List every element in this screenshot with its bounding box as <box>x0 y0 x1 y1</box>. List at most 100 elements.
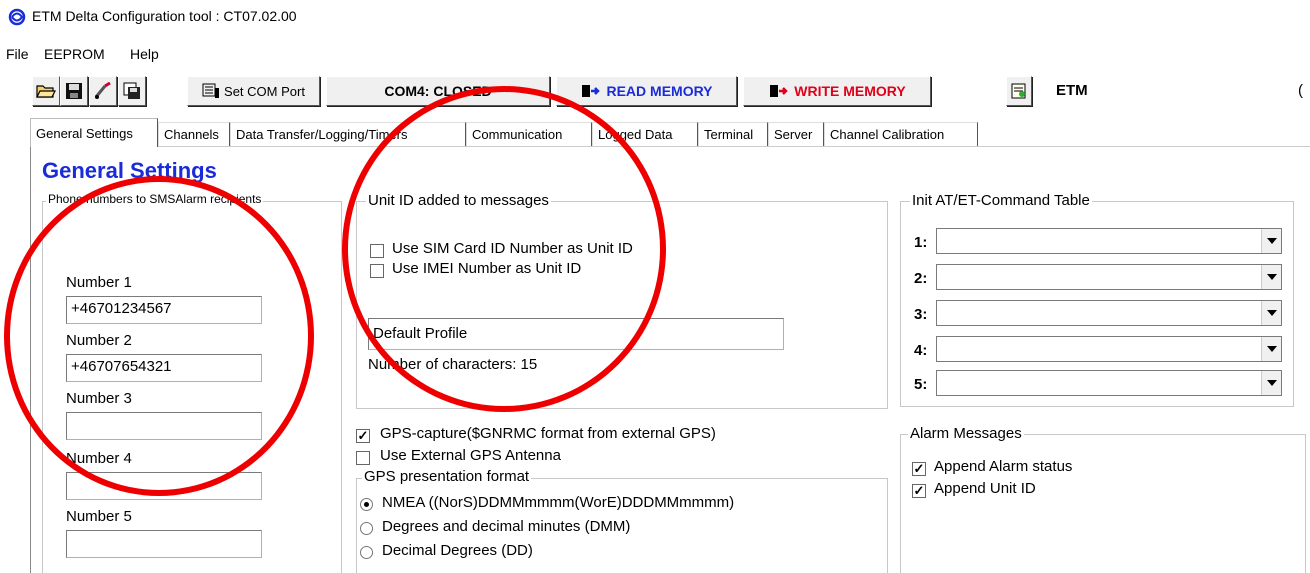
char-count-label: Number of characters: 15 <box>368 356 538 373</box>
tab-label: Server <box>774 127 813 142</box>
read-chip-icon <box>582 85 601 97</box>
unit-id-group <box>356 201 888 409</box>
toolbar-trailing-char: ( <box>1298 82 1303 99</box>
tab-label: Data Transfer/Logging/Timers <box>236 127 408 142</box>
com-status-button[interactable]: COM4: CLOSED <box>326 76 550 106</box>
tab-label: Channels <box>164 127 219 142</box>
gps-format-dd-radio[interactable] <box>360 546 373 559</box>
gps-format-legend: GPS presentation format <box>362 468 532 485</box>
read-memory-label: READ MEMORY <box>606 83 713 99</box>
number-4-label: Number 4 <box>66 450 132 467</box>
menu-help[interactable]: Help <box>130 46 159 62</box>
tab-label: Communication <box>472 127 563 142</box>
tab-channel-calibration[interactable]: Channel Calibration <box>824 122 978 146</box>
menu-eeprom[interactable]: EEPROM <box>44 46 105 62</box>
save-as-icon <box>123 82 140 99</box>
alarm-messages-group <box>900 434 1306 573</box>
append-unit-id-checkbox[interactable]: ✓ <box>912 484 926 498</box>
save-as-button[interactable] <box>118 76 146 106</box>
write-memory-label: WRITE MEMORY <box>794 83 906 99</box>
chevron-down-icon <box>1261 265 1281 289</box>
tab-server[interactable]: Server <box>768 122 824 146</box>
number-2-field[interactable]: +46707654321 <box>66 354 262 382</box>
number-1-label: Number 1 <box>66 274 132 291</box>
init-command-legend: Init AT/ET-Command Table <box>910 192 1092 209</box>
number-3-field[interactable] <box>66 412 262 440</box>
init-row-3-label: 3: <box>914 306 928 323</box>
external-antenna-label: Use External GPS Antenna <box>380 447 561 464</box>
tab-label: General Settings <box>36 125 133 141</box>
init-row-5-select[interactable] <box>936 370 1282 396</box>
chevron-down-icon <box>1261 229 1281 253</box>
set-com-port-button[interactable]: Set COM Port <box>187 76 320 106</box>
tab-strip: General Settings Channels Data Transfer/… <box>30 118 990 147</box>
init-row-1-label: 1: <box>914 234 928 251</box>
window-title: ETM Delta Configuration tool : CT07.02.0… <box>32 8 297 24</box>
floppy-disk-icon <box>66 83 82 99</box>
toolbar: Set COM Port COM4: CLOSED READ MEMORY WR… <box>0 74 1310 110</box>
append-alarm-status-label: Append Alarm status <box>934 458 1073 475</box>
gps-format-nmea-label: NMEA ((NorS)DDMMmmmm(WorE)DDDMMmmmm) <box>382 494 735 511</box>
tab-label: Logged Data <box>598 127 673 142</box>
gps-format-dmm-radio[interactable] <box>360 522 373 535</box>
page-title: General Settings <box>42 158 217 183</box>
tab-general-settings[interactable]: General Settings <box>30 118 158 147</box>
init-row-2-select[interactable] <box>936 264 1282 290</box>
brand-label: ETM <box>1056 82 1088 99</box>
com-port-icon <box>202 83 220 98</box>
menu-bar: File EEPROM Help <box>0 40 1310 64</box>
tab-terminal[interactable]: Terminal <box>698 122 768 146</box>
append-unit-id-label: Append Unit ID <box>934 480 1036 497</box>
open-file-button[interactable] <box>32 76 60 106</box>
number-3-label: Number 3 <box>66 390 132 407</box>
write-memory-button[interactable]: WRITE MEMORY <box>743 76 931 106</box>
chevron-down-icon <box>1261 337 1281 361</box>
gps-format-dmm-label: Degrees and decimal minutes (DMM) <box>382 518 631 535</box>
gps-format-dd-label: Decimal Degrees (DD) <box>382 542 533 559</box>
init-row-3-select[interactable] <box>936 300 1282 326</box>
gps-format-nmea-radio[interactable] <box>360 498 373 511</box>
app-logo-icon <box>8 8 26 26</box>
folder-open-icon <box>36 85 56 98</box>
profile-name-field[interactable]: Default Profile <box>368 318 784 350</box>
etm-notepad-icon <box>1011 83 1026 99</box>
tab-logged-data[interactable]: Logged Data <box>592 122 698 146</box>
read-memory-button[interactable]: READ MEMORY <box>556 76 737 106</box>
unit-id-legend: Unit ID added to messages <box>366 192 551 209</box>
phone-numbers-legend: Phone numbers to SMSAlarm recipients <box>46 192 264 206</box>
use-imei-checkbox[interactable] <box>370 264 384 278</box>
number-5-field[interactable] <box>66 530 262 558</box>
number-4-field[interactable] <box>66 472 262 500</box>
init-row-2-label: 2: <box>914 270 928 287</box>
set-com-port-label: Set COM Port <box>224 83 305 99</box>
com-status-label: COM4: CLOSED <box>384 83 492 99</box>
save-button[interactable] <box>60 76 88 106</box>
gps-capture-label: GPS-capture($GNRMC format from external … <box>380 425 716 442</box>
init-row-5-label: 5: <box>914 376 928 393</box>
etm-button[interactable] <box>1006 76 1032 106</box>
number-5-label: Number 5 <box>66 508 132 525</box>
use-sim-id-checkbox[interactable] <box>370 244 384 258</box>
use-imei-label: Use IMEI Number as Unit ID <box>392 260 582 277</box>
tab-data-transfer[interactable]: Data Transfer/Logging/Timers <box>230 122 466 146</box>
init-row-4-select[interactable] <box>936 336 1282 362</box>
number-1-field[interactable]: +46701234567 <box>66 296 262 324</box>
gps-capture-checkbox[interactable]: ✓ <box>356 429 370 443</box>
tab-communication[interactable]: Communication <box>466 122 592 146</box>
tab-channels[interactable]: Channels <box>158 122 230 146</box>
init-row-4-label: 4: <box>914 342 928 359</box>
menu-file[interactable]: File <box>6 46 29 62</box>
write-chip-icon <box>770 85 789 97</box>
tab-label: Channel Calibration <box>830 127 945 142</box>
append-alarm-status-checkbox[interactable]: ✓ <box>912 462 926 476</box>
external-antenna-checkbox[interactable] <box>356 451 370 465</box>
edit-button[interactable] <box>89 76 117 106</box>
tab-label: Terminal <box>704 127 754 142</box>
number-2-label: Number 2 <box>66 332 132 349</box>
alarm-messages-legend: Alarm Messages <box>908 425 1024 442</box>
use-sim-id-label: Use SIM Card ID Number as Unit ID <box>392 240 633 257</box>
chevron-down-icon <box>1261 371 1281 395</box>
edit-brush-icon <box>94 82 111 99</box>
chevron-down-icon <box>1261 301 1281 325</box>
init-row-1-select[interactable] <box>936 228 1282 254</box>
